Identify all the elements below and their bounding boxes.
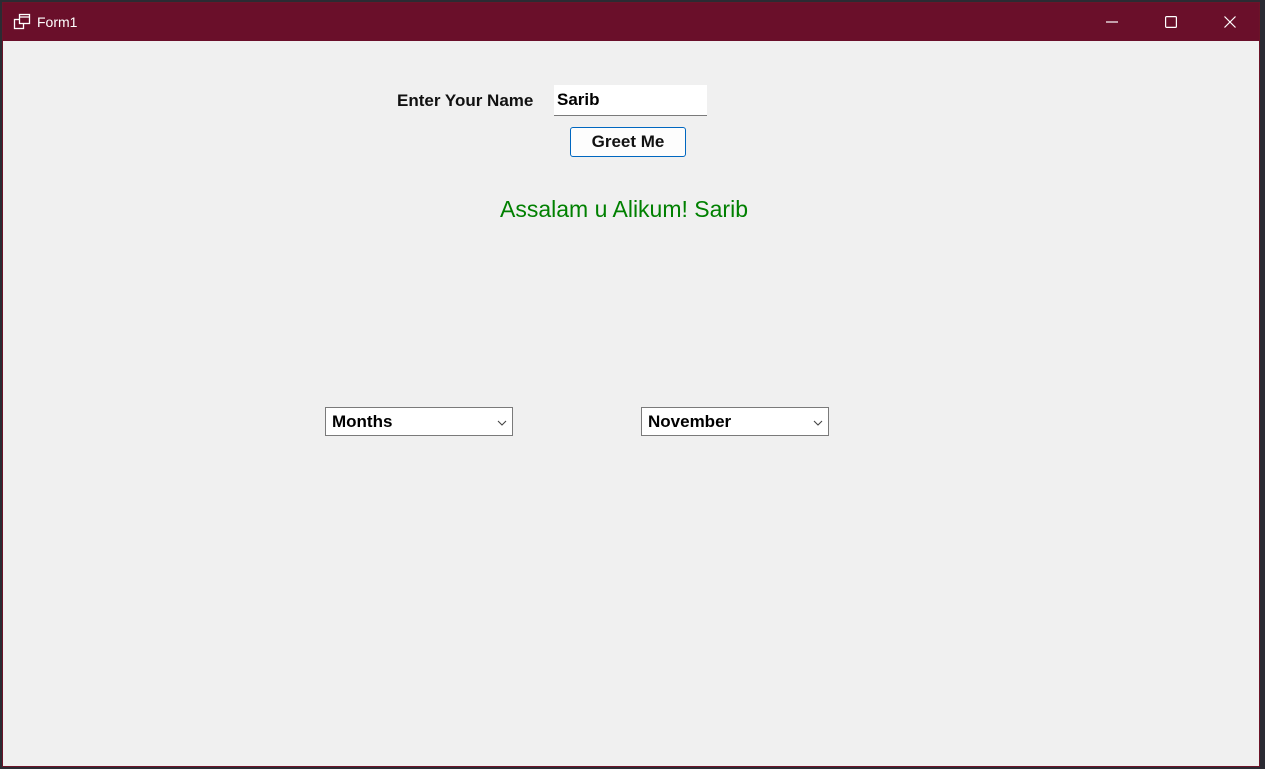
months-combobox-value: Months [332,412,393,431]
title-bar[interactable]: Form1 [3,3,1259,41]
greeting-label: Assalam u Alikum! Sarib [500,196,748,222]
maximize-icon [1165,16,1177,28]
months-combobox[interactable]: Months [325,407,513,436]
minimize-icon [1106,16,1118,28]
month-combobox-value: November [648,412,732,431]
window-title: Form1 [37,14,78,30]
close-icon [1224,16,1236,28]
close-button[interactable] [1201,3,1259,41]
month-combobox[interactable]: November [641,407,829,436]
app-window: Form1 Enter Your Name Greet Me Assalam u… [2,2,1260,767]
form-client-area: Enter Your Name Greet Me Assalam u Aliku… [3,41,1259,766]
chevron-down-icon [496,416,508,428]
minimize-button[interactable] [1083,3,1141,41]
app-window-icon [13,13,31,31]
maximize-button[interactable] [1142,3,1200,41]
chevron-down-icon [812,416,824,428]
greet-me-button[interactable]: Greet Me [570,127,686,157]
name-label: Enter Your Name [397,91,534,110]
name-input[interactable] [554,85,707,116]
